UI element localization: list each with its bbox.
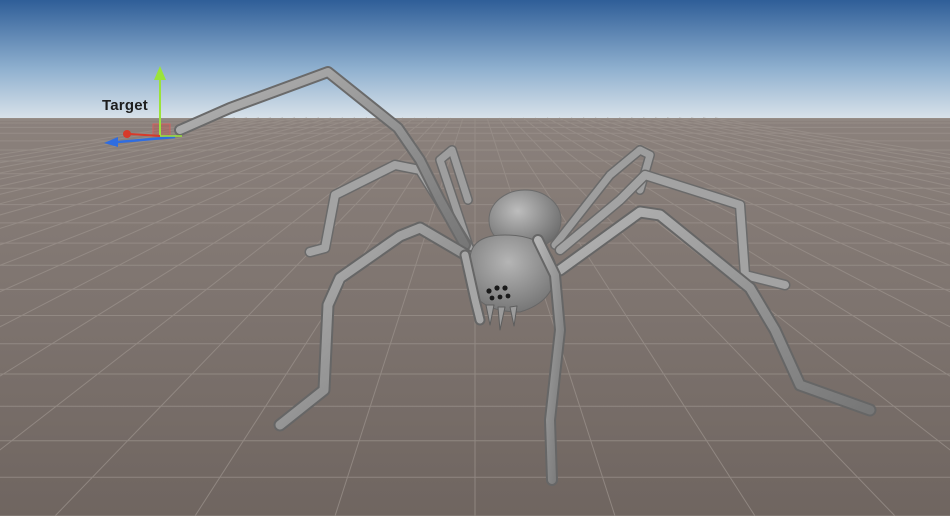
- gizmo-x-handle-icon[interactable]: [123, 130, 131, 138]
- gizmo-plane-handle[interactable]: [152, 123, 171, 137]
- scene-view[interactable]: [0, 0, 950, 516]
- scene-viewport[interactable]: Target: [0, 0, 950, 516]
- target-label: Target: [102, 97, 148, 114]
